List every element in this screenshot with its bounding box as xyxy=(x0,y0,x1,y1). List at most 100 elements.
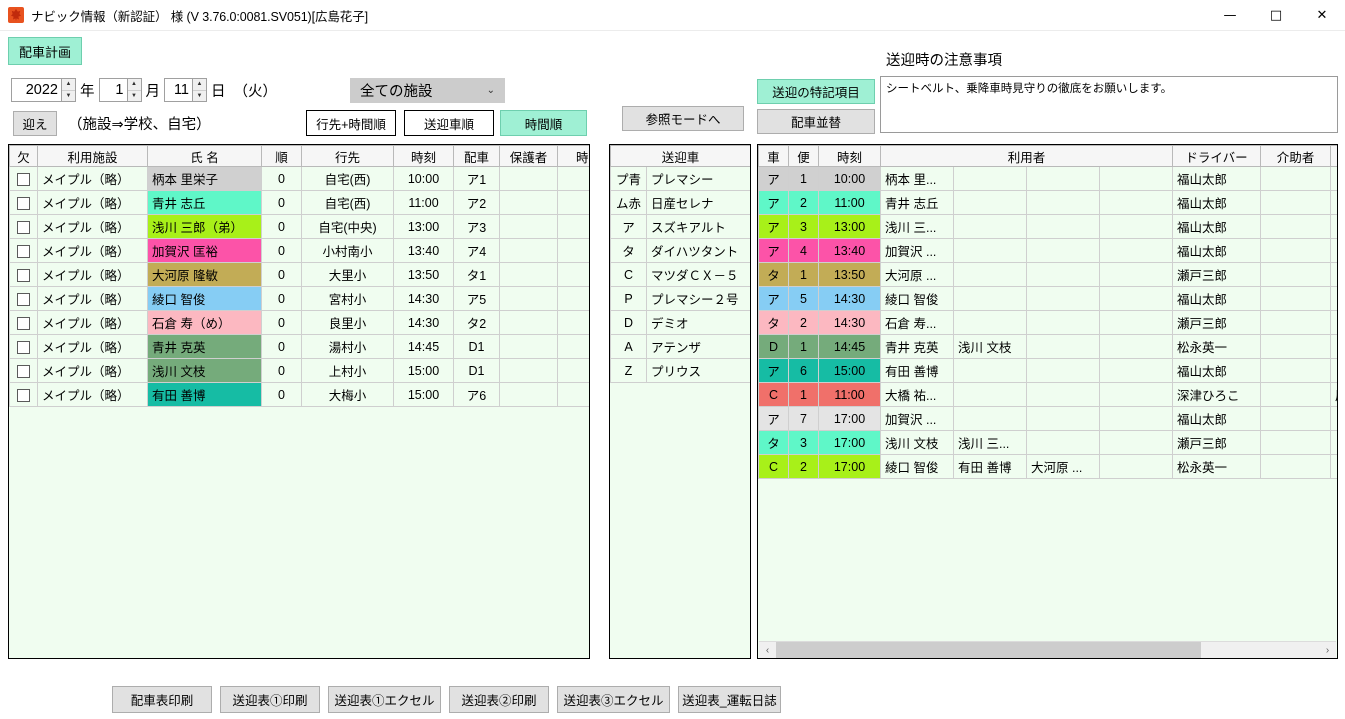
list-item[interactable]: P プレマシー２号 xyxy=(610,286,750,311)
table-row[interactable]: メイプル（略） 青井 克英 0 湯村小 14:45 D1 xyxy=(9,334,589,359)
cell-passenger-3[interactable]: 大河原 ... xyxy=(1026,454,1100,479)
cell-vehicle[interactable]: ア3 xyxy=(453,214,500,239)
cell-vehicle[interactable]: ア2 xyxy=(453,190,500,215)
footer-button-5[interactable]: 送迎表_運転日誌 xyxy=(678,686,781,713)
cell-passenger-1[interactable]: 石倉 寿... xyxy=(880,310,954,335)
cell-time[interactable]: 13:50 xyxy=(393,262,454,287)
cell-facility[interactable]: メイプル（略） xyxy=(37,334,148,359)
cell-passenger-4[interactable] xyxy=(1098,454,1174,479)
table-row[interactable]: C 2 17:00 綾口 智俊 有田 善博 大河原 ... 松永英一 xyxy=(758,454,1337,479)
cell-guardian[interactable] xyxy=(499,358,558,383)
year-down-icon[interactable]: ▼ xyxy=(62,91,75,102)
cell-name[interactable]: 石倉 寿（め） xyxy=(147,310,262,335)
cell-car[interactable]: ア xyxy=(758,238,789,263)
cell-time[interactable]: 17:00 xyxy=(818,406,881,431)
table-row[interactable]: ア 3 13:00 浅川 三... 福山太郎 xyxy=(758,214,1337,239)
dispatch-col-header-5[interactable]: 介助者 xyxy=(1260,145,1332,167)
footer-button-3[interactable]: 送迎表②印刷 xyxy=(449,686,549,713)
cell-vehicle-name[interactable]: プレマシー xyxy=(645,166,750,191)
sort-time-button[interactable]: 時間順 xyxy=(500,110,587,136)
cell-guardian-time[interactable] xyxy=(557,334,589,359)
cell-passenger-3[interactable] xyxy=(1026,166,1100,191)
cell-extra[interactable]: 居宅訪 xyxy=(1330,382,1337,407)
cell-driver[interactable]: 福山太郎 xyxy=(1172,238,1262,263)
cell-passenger-1[interactable]: 柄本 里... xyxy=(880,166,954,191)
cell-passenger-2[interactable] xyxy=(953,286,1027,311)
cell-vehicle[interactable]: タ1 xyxy=(453,262,500,287)
cell-helper[interactable] xyxy=(1260,190,1332,215)
cell-time[interactable]: 14:45 xyxy=(818,334,881,359)
left-col-header-6[interactable]: 配車 xyxy=(453,145,500,167)
cell-destination[interactable]: 上村小 xyxy=(301,358,394,383)
cell-guardian[interactable] xyxy=(499,190,558,215)
cell-time[interactable]: 14:30 xyxy=(818,286,881,311)
cell-passenger-2[interactable]: 浅川 三... xyxy=(953,430,1027,455)
cell-vehicle-code[interactable]: C xyxy=(610,262,647,287)
left-col-header-0[interactable]: 欠 xyxy=(9,145,38,167)
cell-facility[interactable]: メイプル（略） xyxy=(37,382,148,407)
cell-time[interactable]: 14:30 xyxy=(818,310,881,335)
cell-facility[interactable]: メイプル（略） xyxy=(37,286,148,311)
cell-time[interactable]: 14:30 xyxy=(393,286,454,311)
cell-passenger-3[interactable] xyxy=(1026,190,1100,215)
cell-guardian-time[interactable] xyxy=(557,382,589,407)
cell-time[interactable]: 17:00 xyxy=(818,430,881,455)
absence-checkbox[interactable] xyxy=(17,364,30,378)
cell-destination[interactable]: 自宅(西) xyxy=(301,190,394,215)
cell-trip[interactable]: 7 xyxy=(788,406,819,431)
cell-helper[interactable] xyxy=(1260,430,1332,455)
cell-passenger-2[interactable] xyxy=(953,166,1027,191)
table-row[interactable]: メイプル（略） 青井 志丘 0 自宅(西) 11:00 ア2 xyxy=(9,190,589,215)
dispatch-col-header-0[interactable]: 車 xyxy=(758,145,789,167)
cell-vehicle-code[interactable]: ア xyxy=(610,214,647,239)
cell-passenger-2[interactable] xyxy=(953,358,1027,383)
cell-passenger-4[interactable] xyxy=(1098,334,1174,359)
absence-checkbox[interactable] xyxy=(17,220,30,234)
cell-passenger-3[interactable] xyxy=(1026,238,1100,263)
cell-car[interactable]: タ xyxy=(758,430,789,455)
cell-trip[interactable]: 5 xyxy=(788,286,819,311)
cell-passenger-4[interactable] xyxy=(1098,310,1174,335)
footer-button-4[interactable]: 送迎表③エクセル xyxy=(557,686,670,713)
cell-driver[interactable]: 福山太郎 xyxy=(1172,214,1262,239)
cell-helper[interactable] xyxy=(1260,454,1332,479)
cell-absence[interactable] xyxy=(9,286,38,311)
dispatch-horizontal-scrollbar[interactable]: ‹ › xyxy=(759,641,1336,658)
year-value[interactable]: 2022 xyxy=(11,78,61,102)
cell-extra[interactable] xyxy=(1330,334,1337,359)
list-item[interactable]: ム赤 日産セレナ xyxy=(610,190,750,215)
list-item[interactable]: C マツダＣＸ－５ xyxy=(610,262,750,287)
cell-name[interactable]: 加賀沢 匡裕 xyxy=(147,238,262,263)
cell-order[interactable]: 0 xyxy=(261,262,302,287)
cell-destination[interactable]: 大里小 xyxy=(301,262,394,287)
list-item[interactable]: アスズキアルト xyxy=(610,214,750,239)
table-row[interactable]: D 1 14:45 青井 克英 浅川 文枝 松永英一 xyxy=(758,334,1337,359)
scroll-right-icon[interactable]: › xyxy=(1319,642,1336,658)
table-row[interactable]: ア 6 15:00 有田 善博 福山太郎 xyxy=(758,358,1337,383)
cell-driver[interactable]: 福山太郎 xyxy=(1172,358,1262,383)
cell-car[interactable]: ア xyxy=(758,166,789,191)
cell-driver[interactable]: 深津ひろこ xyxy=(1172,382,1262,407)
cell-facility[interactable]: メイプル（略） xyxy=(37,166,148,191)
cell-extra[interactable] xyxy=(1330,454,1337,479)
footer-button-2[interactable]: 送迎表①エクセル xyxy=(328,686,441,713)
table-row[interactable]: ア 1 10:00 柄本 里... 福山太郎 xyxy=(758,166,1337,191)
cell-passenger-1[interactable]: 青井 克英 xyxy=(880,334,954,359)
list-item[interactable]: A アテンザ xyxy=(610,334,750,359)
table-row[interactable]: メイプル（略） 綾口 智俊 0 宮村小 14:30 ア5 xyxy=(9,286,589,311)
table-row[interactable]: メイプル（略） 大河原 隆敏 0 大里小 13:50 タ1 xyxy=(9,262,589,287)
cell-name[interactable]: 浅川 三郎（弟） xyxy=(147,214,262,239)
left-col-header-3[interactable]: 順 xyxy=(261,145,302,167)
table-row[interactable]: メイプル（略） 浅川 文枝 0 上村小 15:00 D1 xyxy=(9,358,589,383)
cell-passenger-1[interactable]: 綾口 智俊 xyxy=(880,454,954,479)
cell-guardian[interactable] xyxy=(499,238,558,263)
table-row[interactable]: タ 3 17:00 浅川 文枝 浅川 三... 瀬戸三郎 xyxy=(758,430,1337,455)
sort-dest-time-button[interactable]: 行先+時間順 xyxy=(306,110,396,136)
cell-vehicle-code[interactable]: A xyxy=(610,334,647,359)
cell-extra[interactable] xyxy=(1330,262,1337,287)
cell-driver[interactable]: 福山太郎 xyxy=(1172,406,1262,431)
table-row[interactable]: ア 7 17:00 加賀沢 ... 福山太郎 xyxy=(758,406,1337,431)
cell-passenger-2[interactable] xyxy=(953,310,1027,335)
cell-passenger-1[interactable]: 大河原 ... xyxy=(880,262,954,287)
absence-checkbox[interactable] xyxy=(17,268,30,282)
